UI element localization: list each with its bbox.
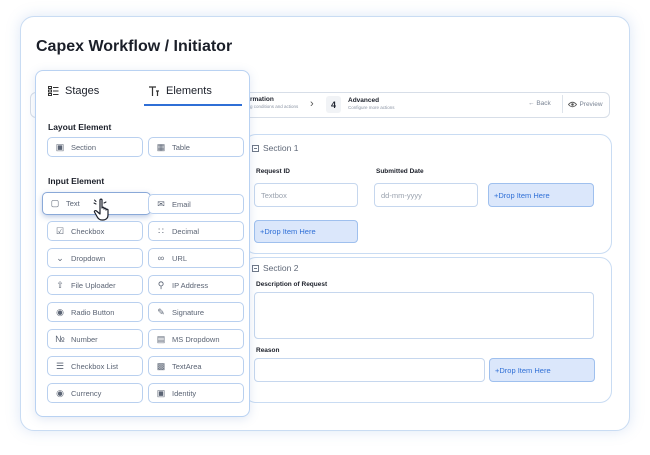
page-title: Capex Workflow / Initiator: [36, 38, 233, 55]
section-2-header: Section 2: [252, 263, 298, 273]
element-label: Number: [71, 334, 98, 344]
element-label: Signature: [172, 307, 205, 317]
element-radio-button[interactable]: ◉ Radio Button: [47, 302, 143, 322]
section-1-title: Section 1: [263, 143, 299, 153]
request-id-field[interactable]: Textbox: [254, 183, 358, 207]
element-checkbox-list[interactable]: ☰ Checkbox List: [47, 356, 143, 376]
element-identity[interactable]: ▣ Identity: [148, 383, 244, 403]
eye-icon: [568, 101, 578, 107]
element-currency[interactable]: ◉ Currency: [47, 383, 143, 403]
tab-stages[interactable]: Stages: [48, 85, 99, 97]
section-icon: [252, 144, 259, 152]
element-label: Email: [172, 199, 191, 209]
decimal-icon: ∷: [158, 225, 164, 236]
reason-label: Reason: [256, 347, 280, 354]
ip-address-icon: ⚲: [157, 279, 165, 290]
element-email[interactable]: ✉ Email: [148, 194, 244, 214]
dropdown-icon: ⌄: [56, 252, 64, 263]
section-1-header: Section 1: [252, 143, 298, 153]
element-label: Checkbox List: [71, 361, 119, 371]
element-label: MS Dropdown: [172, 334, 220, 344]
tab-elements[interactable]: Elements: [148, 85, 212, 97]
element-label: Currency: [71, 388, 102, 398]
element-label: Table: [172, 142, 190, 152]
element-section[interactable]: ▣ Section: [47, 137, 143, 157]
step-previous-subtitle: g conditions and actions: [250, 104, 299, 109]
element-label: Checkbox: [71, 226, 105, 236]
section-icon: ▣: [55, 141, 65, 152]
checkbox-icon: ☑: [55, 225, 65, 236]
stages-icon: [48, 86, 59, 96]
submitted-date-field[interactable]: dd-mm-yyyy: [374, 183, 478, 207]
element-number[interactable]: № Number: [47, 329, 143, 349]
step-number: 4: [326, 96, 341, 113]
element-label: Section: [71, 142, 97, 152]
identity-icon: ▣: [156, 387, 166, 398]
element-label: Radio Button: [71, 307, 115, 317]
hand-cursor-icon: [93, 198, 113, 227]
back-button[interactable]: ← Back: [528, 100, 551, 107]
element-textarea[interactable]: ▩ TextArea: [148, 356, 244, 376]
radio-button-icon: ◉: [56, 306, 64, 317]
ms-dropdown-icon: ▤: [156, 333, 166, 344]
step-current-subtitle: Configure more actions: [348, 105, 395, 110]
element-url[interactable]: ∞ URL: [148, 248, 244, 268]
drop-zone[interactable]: +Drop Item Here: [254, 220, 358, 243]
text-icon: ▢: [50, 198, 60, 208]
step-previous-title: rmation: [250, 96, 274, 103]
elements-panel: Stages Elements Layout Element ▣ Section…: [35, 70, 250, 417]
request-id-label: Request ID: [256, 168, 290, 175]
signature-icon: ✎: [157, 306, 165, 317]
preview-label: Preview: [579, 100, 603, 108]
preview-button[interactable]: Preview: [562, 95, 608, 113]
description-field[interactable]: [254, 292, 594, 339]
elements-icon: [149, 85, 159, 96]
description-label: Description of Request: [256, 281, 328, 288]
layout-element-heading: Layout Element: [48, 122, 112, 132]
table-icon: ▦: [156, 141, 166, 152]
element-ms-dropdown[interactable]: ▤ MS Dropdown: [148, 329, 244, 349]
step-current[interactable]: Advanced Configure more actions: [348, 97, 395, 110]
element-label: File Uploader: [71, 280, 116, 290]
element-ip-address[interactable]: ⚲ IP Address: [148, 275, 244, 295]
reason-field[interactable]: [254, 358, 485, 382]
element-decimal[interactable]: ∷ Decimal: [148, 221, 244, 241]
currency-icon: ◉: [56, 387, 64, 398]
element-label: IP Address: [172, 280, 209, 290]
element-label: URL: [172, 253, 188, 263]
element-file-uploader[interactable]: ⇧ File Uploader: [47, 275, 143, 295]
link-icon: ∞: [157, 253, 165, 263]
element-label: Decimal: [172, 226, 200, 236]
drop-zone[interactable]: +Drop Item Here: [489, 358, 595, 382]
section-2-title: Section 2: [263, 263, 299, 273]
element-label: Dropdown: [71, 253, 106, 263]
element-table[interactable]: ▦ Table: [148, 137, 244, 157]
tab-elements-label: Elements: [166, 85, 212, 97]
submitted-date-label: Submitted Date: [376, 168, 424, 175]
element-label: Text: [66, 199, 80, 208]
email-icon: ✉: [157, 198, 165, 209]
element-label: Identity: [172, 388, 197, 398]
step-current-title: Advanced: [348, 97, 380, 104]
file-upload-icon: ⇧: [56, 279, 64, 290]
tab-stages-label: Stages: [65, 85, 100, 97]
element-signature[interactable]: ✎ Signature: [148, 302, 244, 322]
number-icon: №: [55, 334, 65, 344]
arrow-left-icon: ←: [528, 100, 535, 107]
step-previous[interactable]: rmation g conditions and actions: [250, 96, 298, 109]
active-tab-indicator: [144, 104, 242, 106]
back-label: Back: [536, 100, 551, 107]
drop-zone[interactable]: +Drop Item Here: [488, 183, 594, 207]
chevron-right-icon: ›: [310, 98, 314, 110]
textarea-icon: ▩: [156, 360, 166, 371]
input-element-heading: Input Element: [48, 176, 105, 186]
element-label: TextArea: [172, 361, 202, 371]
checkbox-list-icon: ☰: [55, 360, 65, 371]
element-dropdown[interactable]: ⌄ Dropdown: [47, 248, 143, 268]
section-icon: [252, 264, 259, 272]
